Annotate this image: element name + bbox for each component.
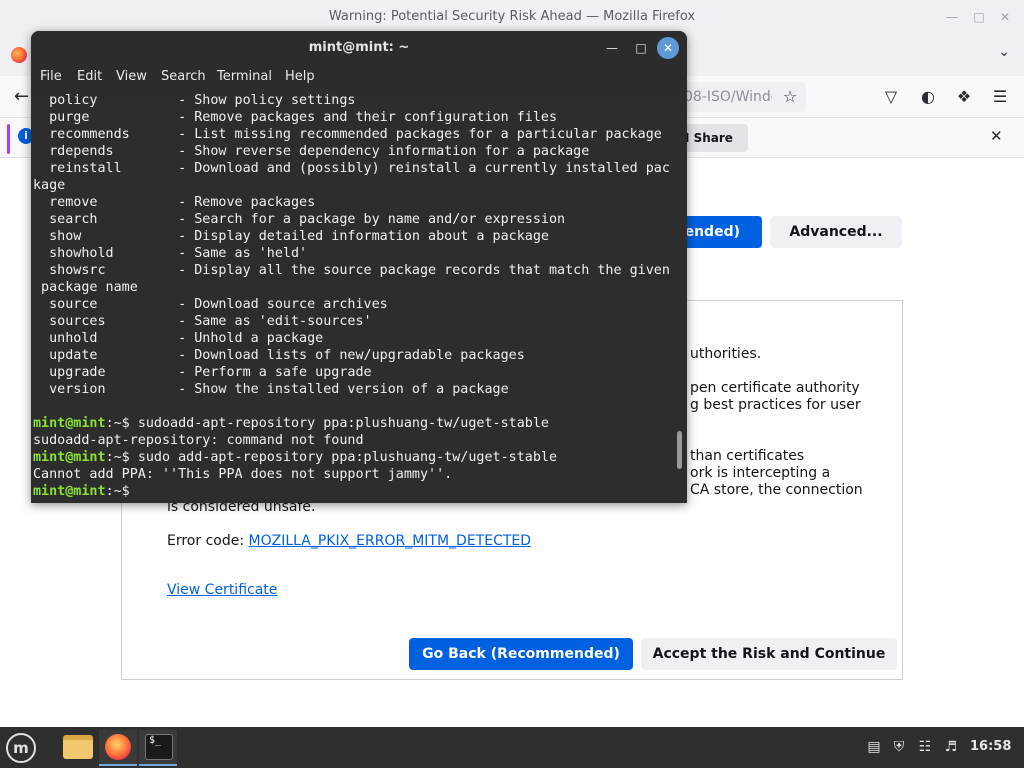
pocket-icon[interactable]: ▽ <box>881 87 901 107</box>
advanced-text: CA store, the connection <box>690 482 863 498</box>
advanced-text: ork is intercepting a <box>690 465 831 481</box>
advanced-text: than certificates <box>690 448 805 464</box>
terminal-line: show - Display detailed information abou… <box>33 229 549 244</box>
prompt-suffix: :~$ <box>105 450 138 465</box>
command-text: sudoadd-apt-repository ppa:plushuang-tw/… <box>137 416 549 431</box>
terminal-line: sudoadd-apt-repository: command not foun… <box>33 433 364 448</box>
terminal-title: mint@mint: ~ <box>308 40 410 55</box>
accept-risk-button[interactable]: Accept the Risk and Continue <box>641 638 897 670</box>
tab-list-chevron-icon[interactable]: ⌄ <box>998 44 1010 60</box>
go-back-button[interactable]: Go Back (Recommended) <box>409 638 633 670</box>
terminal-line: source - Download source archives <box>33 297 388 312</box>
terminal-window: mint@mint: ~ — □ ✕ File Edit View Search… <box>31 31 687 503</box>
command-text: sudo add-apt-repository ppa:plushuang-tw… <box>137 450 558 465</box>
terminal-titlebar[interactable]: mint@mint: ~ — □ ✕ <box>31 31 687 65</box>
menu-help[interactable]: Help <box>285 69 315 84</box>
menu-file[interactable]: File <box>40 69 62 84</box>
firefox-icon[interactable] <box>11 47 27 63</box>
menu-terminal[interactable]: Terminal <box>217 69 272 84</box>
terminal-maximize-icon[interactable]: □ <box>633 40 649 56</box>
terminal-minimize-icon[interactable]: — <box>604 40 620 56</box>
advanced-text: pen certificate authority <box>690 380 860 396</box>
terminal-line: Cannot add PPA: ''This PPA does not supp… <box>33 467 453 482</box>
advanced-text: uthorities. <box>690 346 762 362</box>
terminal-line: showhold - Same as 'held' <box>33 246 308 261</box>
error-code-label: Error code: MOZILLA_PKIX_ERROR_MITM_DETE… <box>167 533 531 549</box>
prompt-user: mint@mint <box>33 450 106 465</box>
terminal-scrollbar[interactable] <box>677 431 682 469</box>
notification-close-icon[interactable]: ✕ <box>990 127 1003 145</box>
clipboard-icon[interactable]: ▤ <box>865 738 883 756</box>
volume-icon[interactable]: ♬ <box>942 738 960 756</box>
minimize-icon[interactable]: — <box>943 8 961 26</box>
advanced-button[interactable]: Advanced... <box>770 216 902 248</box>
terminal-line: upgrade - Perform a safe upgrade <box>33 365 372 380</box>
shield-icon[interactable]: ⛨ <box>890 738 908 756</box>
terminal-line: reinstall - Download and (possibly) rein… <box>33 161 670 176</box>
terminal-line: unhold - Unhold a package <box>33 331 324 346</box>
terminal-command-line: mint@mint:~$ sudo add-apt-repository ppa… <box>33 449 557 466</box>
account-icon[interactable]: ◐ <box>918 87 938 107</box>
prompt-user: mint@mint <box>33 416 106 431</box>
extensions-icon[interactable]: ❖ <box>954 87 974 107</box>
menu-icon[interactable]: ☰ <box>990 87 1010 107</box>
back-arrow-icon[interactable]: ← <box>14 86 29 107</box>
firefox-window-title: Warning: Potential Security Risk Ahead —… <box>328 9 696 24</box>
mint-menu-icon[interactable]: m <box>6 733 36 763</box>
terminal-close-icon[interactable]: ✕ <box>657 37 679 59</box>
prompt-suffix: :~$ <box>105 416 138 431</box>
prompt-suffix: :~$ <box>105 484 138 499</box>
files-icon[interactable] <box>63 735 93 759</box>
maximize-icon[interactable]: □ <box>970 8 988 26</box>
terminal-line: recommends - List missing recommended pa… <box>33 127 662 142</box>
prompt-user: mint@mint <box>33 484 106 499</box>
menu-edit[interactable]: Edit <box>77 69 102 84</box>
advanced-text: g best practices for user <box>690 397 861 413</box>
clock[interactable]: 16:58 <box>970 739 1011 754</box>
view-certificate-link[interactable]: View Certificate <box>167 582 277 598</box>
terminal-line: version - Show the installed version of … <box>33 382 509 397</box>
terminal-active-prompt[interactable]: mint@mint:~$ <box>33 483 138 500</box>
menu-view[interactable]: View <box>116 69 147 84</box>
terminal-line: policy - Show policy settings <box>33 93 356 108</box>
terminal-line: search - Search for a package by name an… <box>33 212 566 227</box>
menu-search[interactable]: Search <box>161 69 206 84</box>
bookmark-star-icon[interactable]: ☆ <box>780 87 800 107</box>
network-icon[interactable]: ☷ <box>916 738 934 756</box>
terminal-line: showsrc - Display all the source package… <box>33 263 670 278</box>
terminal-icon[interactable]: $_ <box>145 734 173 760</box>
close-icon[interactable]: ✕ <box>996 8 1014 26</box>
error-code-prefix: Error code: <box>167 533 249 549</box>
notification-accent <box>7 124 10 154</box>
terminal-line: remove - Remove packages <box>33 195 316 210</box>
terminal-command-line: mint@mint:~$ sudoadd-apt-repository ppa:… <box>33 415 549 432</box>
terminal-output[interactable]: policy - Show policy settings purge - Re… <box>31 91 687 503</box>
terminal-line: rdepends - Show reverse dependency infor… <box>33 144 590 159</box>
firefox-titlebar: Warning: Potential Security Risk Ahead —… <box>0 0 1024 34</box>
terminal-line: update - Download lists of new/upgradabl… <box>33 348 525 363</box>
terminal-line: sources - Same as 'edit-sources' <box>33 314 372 329</box>
terminal-line: purge - Remove packages and their config… <box>33 110 558 125</box>
firefox-icon[interactable] <box>105 734 131 760</box>
url-text[interactable]: 08-ISO/Windo <box>684 89 772 105</box>
terminal-line: package name <box>33 280 138 295</box>
error-code-link[interactable]: MOZILLA_PKIX_ERROR_MITM_DETECTED <box>249 533 532 549</box>
terminal-line: kage <box>33 178 66 193</box>
